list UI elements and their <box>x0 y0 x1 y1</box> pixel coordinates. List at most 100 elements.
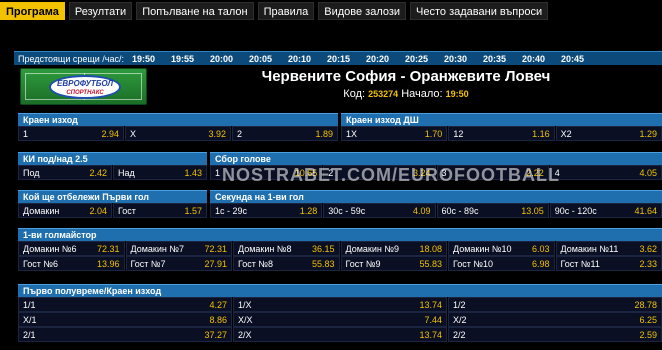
market-first-goal: Кой ще отбележи Първи гол Домакин 2.04 Го… <box>18 190 207 218</box>
odd-cell[interactable]: Домакин №10 6.03 <box>448 241 555 256</box>
odds-row: 2/1 37.27 2/X 13.74 2/2 2.59 <box>18 327 662 342</box>
upcoming-time[interactable]: 20:15 <box>319 54 358 64</box>
odd-cell[interactable]: 3 2.22 <box>436 165 549 180</box>
main-nav: Програма Резултати Попълване на талон Пр… <box>0 0 662 22</box>
upcoming-time[interactable]: 19:50 <box>124 54 163 64</box>
market-final-result-dc: Краен изход ДШ 1X 1.70 12 1.16 X2 1.29 <box>341 113 662 141</box>
odd-cell[interactable]: Домакин №6 72.31 <box>18 241 125 256</box>
odd-label: Домакин <box>23 205 60 216</box>
odd-label: 4 <box>554 167 560 178</box>
upcoming-time[interactable]: 20:35 <box>475 54 514 64</box>
odd-cell[interactable]: 1X 1.70 <box>341 126 448 141</box>
odd-cell[interactable]: Домакин 2.04 <box>18 203 112 218</box>
market-title: Секунда на 1-ви гол <box>210 190 662 203</box>
odd-cell[interactable]: 30c - 59c 4.09 <box>323 203 436 218</box>
odd-cell[interactable]: X 3.92 <box>125 126 231 141</box>
odd-cell[interactable]: Гост 1.57 <box>113 203 207 218</box>
odd-cell[interactable]: Гост №9 55.83 <box>340 256 447 271</box>
odd-cell[interactable]: 12 1.16 <box>448 126 555 141</box>
upcoming-time[interactable]: 20:25 <box>397 54 436 64</box>
odd-cell[interactable]: Гост №10 6.98 <box>448 256 555 271</box>
market-title: 1-ви голмайстор <box>18 228 662 241</box>
odd-label: X/2 <box>453 314 467 325</box>
odd-label: X2 <box>560 128 572 139</box>
odd-value: 55.83 <box>311 258 335 269</box>
odd-cell[interactable]: 1/X 13.74 <box>233 297 447 312</box>
odd-label: 90c - 120c <box>554 205 597 216</box>
odd-cell[interactable]: 2/1 37.27 <box>18 327 232 342</box>
odd-cell[interactable]: 90c - 120c 41.64 <box>549 203 662 218</box>
odd-label: Гост №10 <box>453 258 494 269</box>
odd-cell[interactable]: 1/1 4.27 <box>18 297 232 312</box>
odd-label: Гост №8 <box>238 258 274 269</box>
odd-label: Домакин №10 <box>453 243 512 254</box>
match-title: Червените София - Оранжевите Ловеч <box>261 68 551 85</box>
odd-value: 2.94 <box>101 128 119 139</box>
odd-cell[interactable]: Гост №7 27.91 <box>125 256 232 271</box>
odd-label: Гост <box>118 205 136 216</box>
odd-cell[interactable]: Домакин №8 36.15 <box>233 241 340 256</box>
odd-cell[interactable]: Над 1.43 <box>113 165 207 180</box>
odd-cell[interactable]: X/1 8.86 <box>18 312 232 327</box>
odd-cell[interactable]: X2 1.29 <box>555 126 662 141</box>
odd-cell[interactable]: Домакин №11 3.62 <box>555 241 662 256</box>
odd-cell[interactable]: X/2 6.25 <box>448 312 662 327</box>
odd-cell[interactable]: X/X 7.44 <box>233 312 447 327</box>
nav-bet-types[interactable]: Видове залози <box>318 2 407 20</box>
odd-cell[interactable]: 2 1.89 <box>232 126 338 141</box>
odd-label: Гост №7 <box>130 258 166 269</box>
odd-value: 6.98 <box>531 258 550 269</box>
upcoming-time[interactable]: 20:20 <box>358 54 397 64</box>
market-title: Кой ще отбележи Първи гол <box>18 190 207 203</box>
odd-cell[interactable]: Гост №8 55.83 <box>233 256 340 271</box>
odd-cell[interactable]: 1 10.65 <box>210 165 323 180</box>
upcoming-time[interactable]: 20:45 <box>553 54 592 64</box>
odd-value: 72.31 <box>96 243 120 254</box>
odd-cell[interactable]: 4 4.05 <box>549 165 662 180</box>
odd-label: 1/2 <box>453 299 466 310</box>
odd-value: 10.65 <box>294 167 318 178</box>
nav-faq[interactable]: Често задавани въпроси <box>410 2 549 20</box>
odd-cell[interactable]: 2/2 2.59 <box>448 327 662 342</box>
market-final-result: Краен изход 1 2.94 X 3.92 2 1.89 <box>18 113 338 141</box>
odd-value: 4.05 <box>639 167 657 178</box>
odd-cell[interactable]: 2/X 13.74 <box>233 327 447 342</box>
odd-value: 72.31 <box>204 243 227 254</box>
odd-label: Над <box>118 167 135 178</box>
odd-cell[interactable]: Под 2.42 <box>18 165 112 180</box>
nav-rules[interactable]: Правила <box>257 2 315 20</box>
odd-cell[interactable]: 1c - 29c 1.28 <box>210 203 323 218</box>
odd-cell[interactable]: Гост №11 2.33 <box>555 256 662 271</box>
market-halftime-fulltime: Първо полувреме/Краен изход 1/1 4.27 1/X 1… <box>18 284 662 342</box>
market-ki-over-under: КИ под/над 2.5 Под 2.42 Над 1.43 <box>18 152 207 180</box>
odd-cell[interactable]: 1 2.94 <box>18 126 124 141</box>
upcoming-time[interactable]: 19:55 <box>163 54 202 64</box>
odd-cell[interactable]: Домакин №9 18.08 <box>340 241 447 256</box>
odd-label: 2/X <box>238 329 252 340</box>
odd-value: 1.89 <box>315 128 333 139</box>
odd-value: 2.04 <box>89 205 107 216</box>
upcoming-time[interactable]: 20:05 <box>241 54 280 64</box>
odd-value: 6.03 <box>531 243 550 254</box>
upcoming-time[interactable]: 20:00 <box>202 54 241 64</box>
upcoming-time[interactable]: 20:40 <box>514 54 553 64</box>
nav-program[interactable]: Програма <box>0 2 65 20</box>
odd-value: 2.22 <box>526 167 544 178</box>
odd-value: 2.59 <box>639 329 657 340</box>
odd-cell[interactable]: Гост №6 13.96 <box>18 256 125 271</box>
odd-cell[interactable]: Домакин №7 72.31 <box>125 241 232 256</box>
odd-cell[interactable]: 60c - 89c 13.05 <box>436 203 549 218</box>
odd-value: 28.78 <box>634 299 657 310</box>
odd-value: 6.25 <box>639 314 657 325</box>
odd-value: 2.33 <box>639 258 657 269</box>
odd-value: 27.91 <box>204 258 227 269</box>
odd-label: 1/1 <box>23 299 36 310</box>
upcoming-time[interactable]: 20:30 <box>436 54 475 64</box>
nav-results[interactable]: Резултати <box>68 2 133 20</box>
nav-fill-ticket[interactable]: Попълване на талон <box>136 2 254 20</box>
odd-cell[interactable]: 1/2 28.78 <box>448 297 662 312</box>
odd-cell[interactable]: 2 3.24 <box>323 165 436 180</box>
odd-value: 8.86 <box>209 314 227 325</box>
upcoming-time[interactable]: 20:10 <box>280 54 319 64</box>
odd-label: 3 <box>441 167 447 178</box>
